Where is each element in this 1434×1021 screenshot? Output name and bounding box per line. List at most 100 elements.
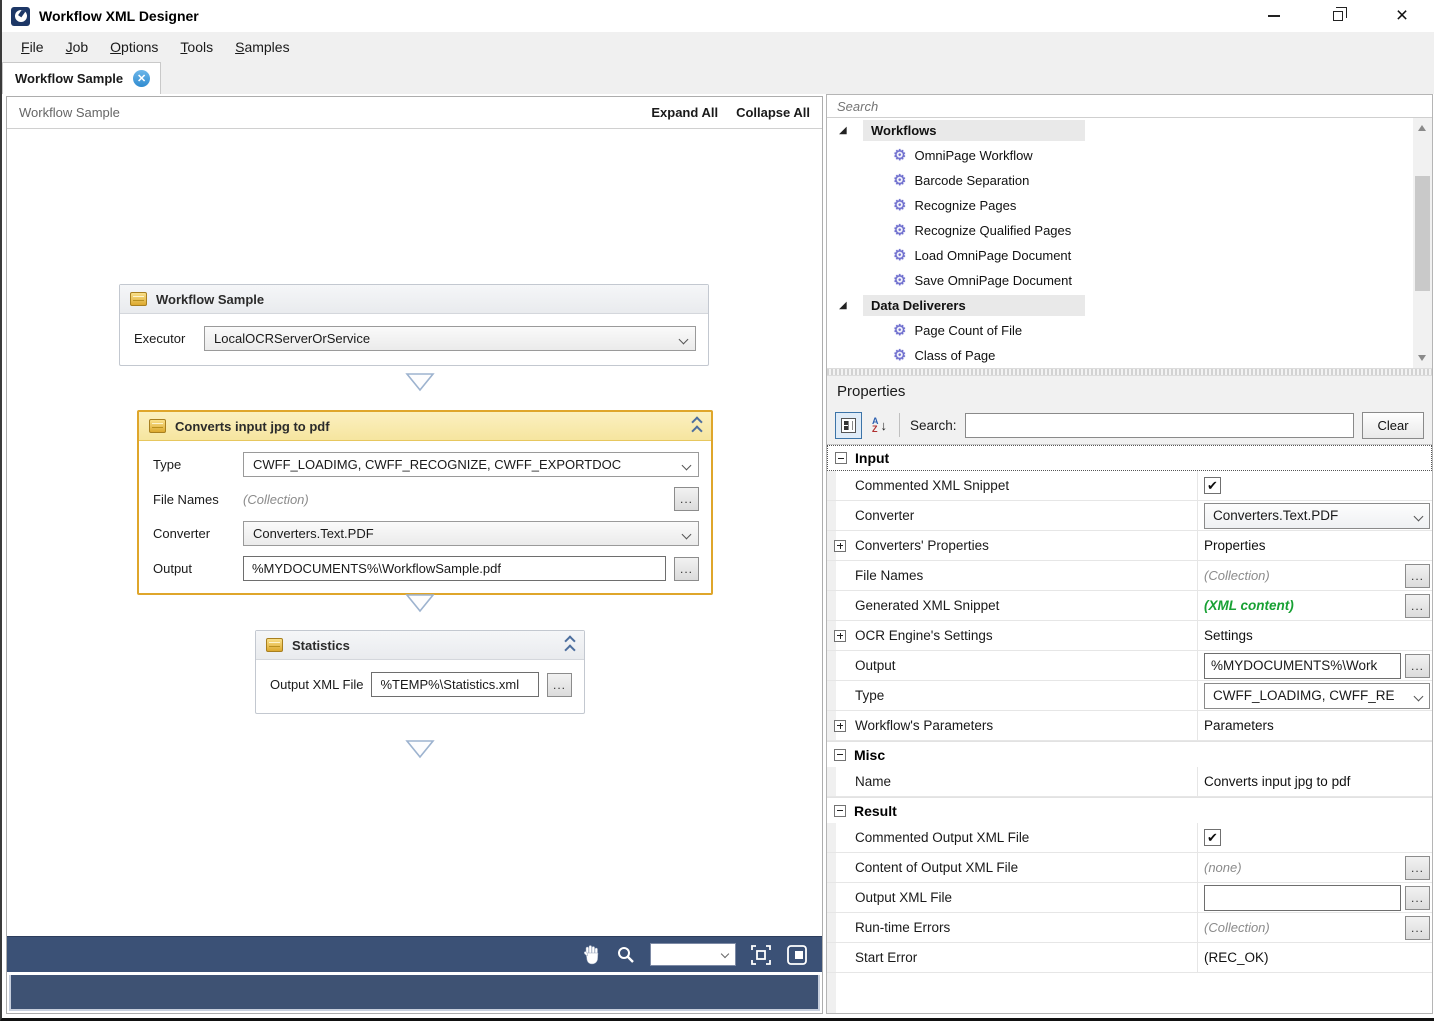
expand-icon[interactable] — [834, 720, 846, 732]
expand-icon[interactable] — [834, 540, 846, 552]
scroll-down-icon[interactable] — [1418, 355, 1426, 361]
properties-title: Properties — [827, 376, 1432, 406]
sort-alphabetical-button[interactable]: AZ ↓ — [870, 415, 889, 435]
prop-row-output-xml-file[interactable]: Output XML File ... — [827, 883, 1432, 913]
chevron-down-icon — [1414, 691, 1424, 701]
prop-row-file-names[interactable]: File Names (Collection) ... — [827, 561, 1432, 591]
palette-search-input[interactable] — [837, 99, 1422, 114]
collapse-step-icon[interactable] — [566, 637, 574, 654]
tree-item[interactable]: ⚙ Recognize Pages — [827, 193, 1412, 218]
canvas-overview-band[interactable] — [9, 975, 820, 1011]
prop-row-type[interactable]: Type CWFF_LOADIMG, CWFF_RE — [827, 681, 1432, 711]
statistics-step-box[interactable]: Statistics Output XML File %TEMP%\Statis… — [255, 630, 585, 714]
tree-group-workflows[interactable]: ◢ Workflows — [827, 118, 1412, 143]
output-xml-file-input[interactable] — [1204, 885, 1401, 911]
converter-prop-select[interactable]: Converters.Text.PDF — [1204, 503, 1430, 529]
file-names-browse-button[interactable]: ... — [674, 487, 699, 511]
menu-tools[interactable]: Tools — [169, 34, 224, 60]
tree-item[interactable]: ⚙ Save OmniPage Document — [827, 268, 1412, 293]
clear-button[interactable]: Clear — [1362, 412, 1424, 439]
convert-step-box[interactable]: Converts input jpg to pdf Type CWFF_LOAD… — [137, 410, 713, 595]
checkbox-checked[interactable]: ✔ — [1204, 829, 1221, 846]
prop-row-ocr-engine-settings[interactable]: OCR Engine's Settings Settings — [827, 621, 1432, 651]
tab-close-icon[interactable]: ✕ — [133, 70, 150, 87]
prop-row-generated-xml-snippet[interactable]: Generated XML Snippet (XML content) ... — [827, 591, 1432, 621]
tree-item[interactable]: ⚙ Barcode Separation — [827, 168, 1412, 193]
output-browse-button[interactable]: ... — [674, 557, 699, 581]
chevron-down-icon — [682, 461, 692, 471]
tree-item[interactable]: ⚙ Load OmniPage Document — [827, 243, 1412, 268]
minimize-button[interactable] — [1242, 0, 1306, 32]
fit-to-page-icon[interactable] — [750, 944, 772, 966]
type-select[interactable]: CWFF_LOADIMG, CWFF_RECOGNIZE, CWFF_EXPOR… — [243, 452, 699, 477]
prop-row-commented-output-xml[interactable]: Commented Output XML File ✔ — [827, 823, 1432, 853]
scroll-up-icon[interactable] — [1418, 125, 1426, 131]
expand-all-link[interactable]: Expand All — [651, 105, 718, 120]
output-label: Output — [153, 561, 235, 576]
zoom-magnifier-icon[interactable] — [616, 945, 636, 965]
prop-row-commented-xml-snippet[interactable]: Commented XML Snippet ✔ — [827, 471, 1432, 501]
prop-row-runtime-errors[interactable]: Run-time Errors (Collection) ... — [827, 913, 1432, 943]
output-prop-input[interactable]: %MYDOCUMENTS%\Work — [1204, 653, 1401, 679]
properties-search-label: Search: — [910, 418, 957, 433]
prop-row-workflows-parameters[interactable]: Workflow's Parameters Parameters — [827, 711, 1432, 741]
workflow-canvas[interactable]: Workflow Sample Executor LocalOCRServerO… — [7, 129, 822, 936]
file-names-edit-button[interactable]: ... — [1405, 564, 1430, 588]
collapse-icon[interactable] — [834, 805, 846, 817]
pan-hand-icon[interactable] — [582, 944, 602, 966]
overview-window-icon[interactable] — [786, 944, 808, 966]
category-result[interactable]: Result — [827, 797, 1432, 823]
tree-item[interactable]: ⚙ Recognize Qualified Pages — [827, 218, 1412, 243]
tree-item[interactable]: ⚙ Class of Page — [827, 343, 1412, 368]
prop-row-start-error[interactable]: Start Error (REC_OK) — [827, 943, 1432, 973]
prop-row-converter[interactable]: Converter Converters.Text.PDF — [827, 501, 1432, 531]
converter-select[interactable]: Converters.Text.PDF — [243, 521, 699, 546]
tree-item[interactable]: ⚙ Page Count of File — [827, 318, 1412, 343]
checkbox-checked[interactable]: ✔ — [1204, 477, 1221, 494]
zoom-level-select[interactable] — [650, 943, 736, 966]
expander-icon[interactable]: ◢ — [839, 300, 847, 311]
gear-icon: ⚙ — [893, 198, 906, 213]
menu-job[interactable]: Job — [55, 34, 100, 60]
tree-group-data-deliverers[interactable]: ◢ Data Deliverers — [827, 293, 1412, 318]
tree-item[interactable]: ⚙ OmniPage Workflow — [827, 143, 1412, 168]
collapse-all-link[interactable]: Collapse All — [736, 105, 810, 120]
tab-workflow-sample[interactable]: Workflow Sample ✕ — [2, 62, 161, 94]
workflow-root-header[interactable]: Workflow Sample — [120, 285, 708, 314]
tree-scrollbar[interactable] — [1413, 118, 1432, 368]
properties-search-input[interactable] — [965, 413, 1354, 438]
menu-options[interactable]: Options — [99, 34, 169, 60]
output-edit-button[interactable]: ... — [1405, 654, 1430, 678]
menu-file[interactable]: File — [10, 34, 55, 60]
type-prop-select[interactable]: CWFF_LOADIMG, CWFF_RE — [1204, 683, 1430, 709]
convert-step-header[interactable]: Converts input jpg to pdf — [139, 412, 711, 441]
menu-samples[interactable]: Samples — [224, 34, 300, 60]
content-edit-button[interactable]: ... — [1405, 856, 1430, 880]
prop-row-content-output-xml[interactable]: Content of Output XML File (none) ... — [827, 853, 1432, 883]
statistics-step-header[interactable]: Statistics — [256, 631, 584, 660]
stats-output-input[interactable]: %TEMP%\Statistics.xml — [371, 672, 539, 697]
workflow-root-box[interactable]: Workflow Sample Executor LocalOCRServerO… — [119, 284, 709, 366]
runtime-errors-edit-button[interactable]: ... — [1405, 916, 1430, 940]
output-xml-browse-button[interactable]: ... — [1405, 886, 1430, 910]
collapse-icon[interactable] — [835, 452, 847, 464]
category-misc[interactable]: Misc — [827, 741, 1432, 767]
expand-icon[interactable] — [834, 630, 846, 642]
categorized-view-button[interactable] — [835, 412, 862, 439]
output-path-input[interactable]: %MYDOCUMENTS%\WorkflowSample.pdf — [243, 556, 666, 581]
category-input[interactable]: Input — [827, 445, 1432, 471]
restore-button[interactable] — [1306, 0, 1370, 32]
prop-row-name[interactable]: Name Converts input jpg to pdf — [827, 767, 1432, 797]
stats-output-browse-button[interactable]: ... — [547, 673, 572, 697]
prop-row-converters-properties[interactable]: Converters' Properties Properties — [827, 531, 1432, 561]
gear-icon: ⚙ — [893, 223, 906, 238]
expander-icon[interactable]: ◢ — [839, 125, 847, 136]
close-button[interactable]: × — [1370, 0, 1434, 32]
prop-row-output[interactable]: Output %MYDOCUMENTS%\Work ... — [827, 651, 1432, 681]
panel-splitter[interactable] — [827, 368, 1432, 376]
xml-snippet-edit-button[interactable]: ... — [1405, 594, 1430, 618]
collapse-icon[interactable] — [834, 749, 846, 761]
executor-select[interactable]: LocalOCRServerOrService — [204, 326, 696, 351]
collapse-step-icon[interactable] — [693, 418, 701, 435]
scrollbar-thumb[interactable] — [1415, 176, 1430, 291]
